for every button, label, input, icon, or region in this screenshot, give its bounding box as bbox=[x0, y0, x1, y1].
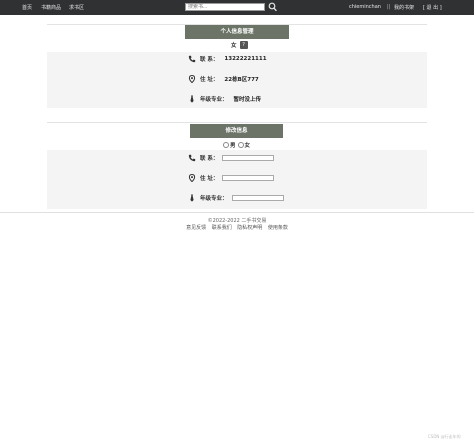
footer-link-privacy[interactable]: 隐私权声明 bbox=[237, 225, 262, 231]
info-grade-row: 年级专业： 暂时没上传 bbox=[188, 95, 261, 103]
footer-divider bbox=[0, 212, 474, 213]
info-phone-value: 13222221111 bbox=[224, 56, 267, 62]
info-address-row: 住 址： 22栋B区777 bbox=[188, 74, 259, 84]
info-phone-label: 联 系： bbox=[200, 57, 219, 63]
phone-icon bbox=[188, 154, 196, 162]
edit-grade-row: 年级专业： bbox=[188, 194, 284, 202]
top-nav-bar: 首页 书籍商品 求书区 chieminchan || 我的书架 [ 退 出 ] bbox=[0, 0, 474, 15]
location-icon bbox=[188, 74, 196, 84]
info-phone-row: 联 系： 13222221111 bbox=[188, 55, 267, 63]
footer-link-contact[interactable]: 联系我们 bbox=[212, 225, 232, 231]
tie-icon bbox=[188, 95, 196, 103]
nav-book-products-link[interactable]: 书籍商品 bbox=[41, 4, 61, 11]
info-address-label: 住 址： bbox=[200, 77, 219, 83]
phone-icon bbox=[188, 55, 196, 63]
footer-copyright: ©2022-2022 二手书交易 bbox=[207, 218, 267, 224]
radio-male-label: 男 bbox=[230, 143, 236, 149]
search-input[interactable] bbox=[185, 3, 265, 11]
info-grade-label: 年级专业： bbox=[200, 97, 228, 103]
nav-seek-books-link[interactable]: 求书区 bbox=[69, 4, 84, 11]
edit-address-label: 住 址： bbox=[200, 176, 219, 182]
radio-female[interactable] bbox=[237, 142, 244, 148]
footer-link-terms[interactable]: 使用条款 bbox=[268, 225, 288, 231]
gender-display: 女 ? bbox=[231, 41, 248, 49]
divider bbox=[47, 122, 427, 123]
phone-input[interactable] bbox=[222, 155, 275, 161]
gender-value: 女 bbox=[231, 43, 237, 49]
info-section-title: 个人信息管理 bbox=[185, 25, 289, 39]
search-icon[interactable] bbox=[268, 2, 277, 12]
nav-separator: || bbox=[387, 4, 391, 10]
grade-input[interactable] bbox=[231, 195, 284, 201]
info-address-value: 22栋B区777 bbox=[224, 77, 259, 83]
radio-female-label: 女 bbox=[244, 143, 251, 149]
edit-phone-label: 联 系： bbox=[200, 156, 219, 162]
edit-address-row: 住 址： bbox=[188, 173, 275, 183]
location-icon bbox=[188, 173, 196, 183]
edit-grade-label: 年级专业： bbox=[200, 196, 228, 202]
my-shelf-link[interactable]: 我的书架 bbox=[394, 4, 414, 11]
tie-icon bbox=[188, 194, 196, 202]
username-label: chieminchan bbox=[349, 4, 381, 10]
footer-link-feedback[interactable]: 意见反馈 bbox=[186, 225, 206, 231]
gender-radio-group: 男 女 bbox=[223, 141, 250, 149]
logout-link[interactable]: [ 退 出 ] bbox=[423, 4, 442, 11]
nav-home-link[interactable]: 首页 bbox=[22, 4, 32, 11]
address-input[interactable] bbox=[222, 175, 275, 181]
radio-male[interactable] bbox=[223, 142, 229, 148]
edit-section-title: 修改信息 bbox=[190, 124, 283, 138]
watermark: CSDN @行走年的 bbox=[428, 434, 461, 439]
info-grade-value: 暂时没上传 bbox=[233, 97, 262, 103]
edit-phone-row: 联 系： bbox=[188, 154, 275, 162]
footer-links: 意见反馈 联系我们 隐私权声明 使用条款 bbox=[0, 224, 474, 231]
help-badge[interactable]: ? bbox=[239, 41, 248, 49]
